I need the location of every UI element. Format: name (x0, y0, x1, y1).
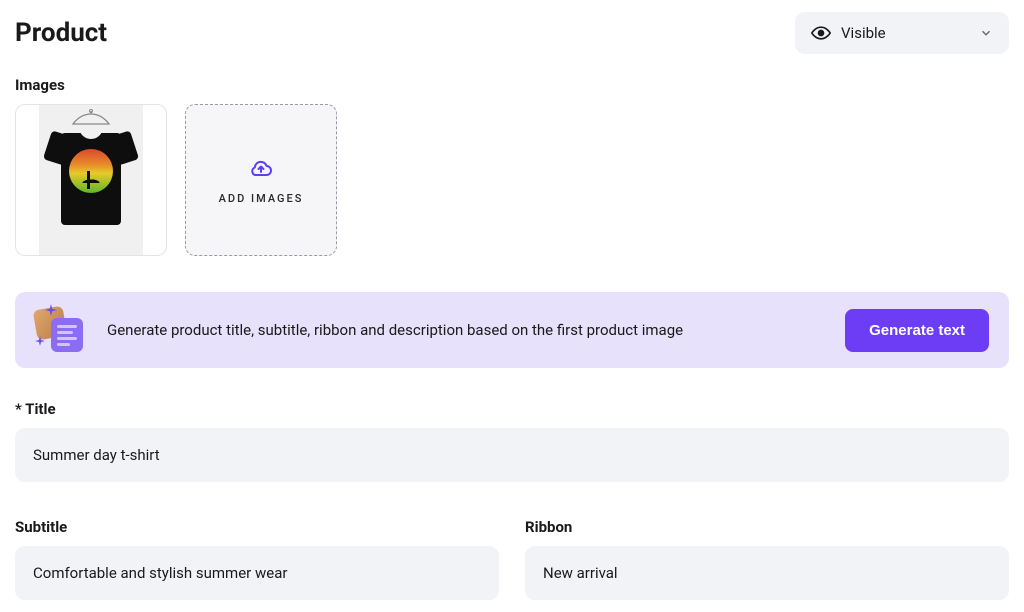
sparkle-icon (35, 336, 45, 346)
visibility-select[interactable]: Visible (795, 12, 1009, 54)
title-input[interactable] (15, 428, 1009, 482)
ai-banner-text: Generate product title, subtitle, ribbon… (107, 321, 683, 339)
ai-illustration-icon (35, 308, 85, 352)
images-row: ADD IMAGES (15, 104, 1009, 256)
eye-icon (811, 23, 831, 43)
visibility-label: Visible (841, 24, 886, 42)
ribbon-field-label: Ribbon (525, 518, 1009, 536)
title-field-label: * Title (15, 400, 1009, 418)
chevron-down-icon (979, 26, 993, 40)
generate-text-button[interactable]: Generate text (845, 309, 989, 352)
tshirt-graphic (49, 125, 133, 225)
add-images-button[interactable]: ADD IMAGES (185, 104, 337, 256)
cloud-upload-icon (249, 156, 273, 180)
sparkle-icon (45, 304, 57, 316)
hanger-icon (71, 109, 111, 125)
subtitle-field-label: Subtitle (15, 518, 499, 536)
page-title: Product (15, 18, 107, 48)
ribbon-input[interactable] (525, 546, 1009, 600)
ai-generate-banner: Generate product title, subtitle, ribbon… (15, 292, 1009, 368)
add-images-label: ADD IMAGES (219, 192, 304, 205)
product-image-thumbnail[interactable] (15, 104, 167, 256)
images-section-label: Images (15, 76, 1009, 94)
subtitle-input[interactable] (15, 546, 499, 600)
